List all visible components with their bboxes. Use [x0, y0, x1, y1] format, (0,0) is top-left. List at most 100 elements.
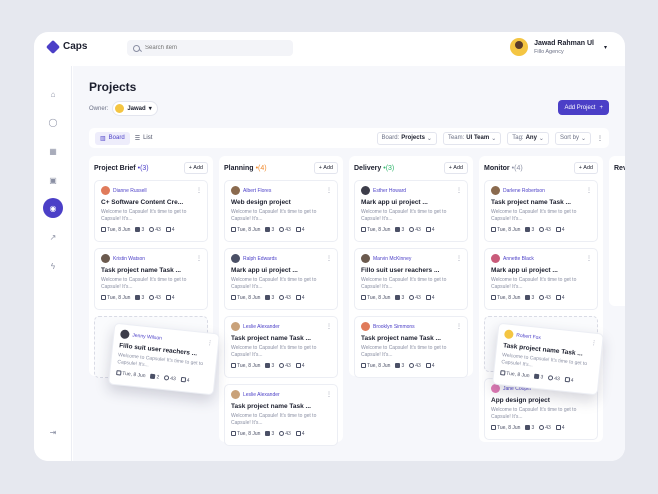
card-meta: Tue, 8 Jun 3 43 4	[491, 425, 591, 431]
calendar-icon	[361, 363, 366, 369]
comments: 43	[164, 375, 176, 382]
owner-select[interactable]: Jawad ▾	[112, 101, 158, 116]
task-card[interactable]: Esther Howard ⋮ Mark app ui project ... …	[354, 180, 468, 242]
assignee-name[interactable]: Esther Howard	[373, 188, 406, 194]
tab-board[interactable]: ▥ Board	[95, 131, 130, 145]
add-card-button[interactable]: + Add	[443, 162, 468, 174]
task-card[interactable]: Leslie Alexander ⋮ Task project name Tas…	[224, 316, 338, 378]
comments: 43	[409, 363, 421, 369]
card-meta: Tue, 8 Jun 3 43 4	[101, 295, 201, 301]
logout-icon[interactable]: ⇥	[43, 422, 63, 442]
date: Tue, 8 Jun	[500, 370, 530, 379]
assignee-name[interactable]: Kristin Watson	[113, 256, 145, 262]
board-select[interactable]: Board: Projects ⌄	[376, 131, 437, 145]
files: 4	[425, 363, 435, 369]
home-icon[interactable]: ⌂	[43, 84, 63, 104]
more-icon[interactable]: ⋮	[586, 187, 592, 194]
assignee-name[interactable]: Marvin McKinney	[373, 256, 411, 262]
assignee-name[interactable]: Leslie Alexander	[243, 392, 280, 398]
assignee-name[interactable]: Darlene Robertson	[503, 188, 545, 194]
image-icon[interactable]: ▣	[43, 170, 63, 190]
add-project-label: Add Project	[564, 104, 596, 111]
user-icon[interactable]: ◯	[43, 112, 63, 132]
add-card-button[interactable]: + Add	[313, 162, 338, 174]
more-icon[interactable]: ⋮	[456, 187, 462, 194]
bolt-icon[interactable]: ϟ	[43, 256, 63, 276]
calendar-icon	[491, 295, 496, 301]
files-count: 4	[431, 295, 435, 301]
add-project-button[interactable]: Add Project +	[558, 100, 609, 115]
tab-list[interactable]: ☰ List	[130, 132, 158, 145]
assignee-name[interactable]: Jenny Wilson	[132, 332, 162, 341]
more-icon[interactable]: ⋮	[326, 323, 332, 330]
checks-count: 3	[271, 227, 275, 233]
task-card[interactable]: Kristin Watson ⋮ Task project name Task …	[94, 248, 208, 310]
checks: 3	[265, 431, 274, 437]
files: 4	[555, 295, 565, 301]
assignee-name[interactable]: Albert Flores	[243, 188, 271, 194]
comment-icon	[149, 227, 155, 233]
task-card[interactable]: Marvin McKinney ⋮ Fillo suit user reache…	[354, 248, 468, 310]
comment-icon	[279, 431, 285, 437]
sort-select[interactable]: Sort by ⌄	[554, 131, 591, 145]
more-icon[interactable]: ⋮	[456, 323, 462, 330]
projects-icon[interactable]: ◉	[43, 198, 63, 218]
count-text: (3)	[385, 164, 395, 172]
checks-count: 3	[531, 295, 535, 301]
assignee-name[interactable]: Leslie Alexander	[243, 324, 280, 330]
checkbox-icon	[395, 363, 401, 369]
assignee-name[interactable]: Ralph Edwards	[243, 256, 277, 262]
task-card[interactable]: Darlene Robertson ⋮ Task project name Ta…	[484, 180, 598, 242]
assignee-name[interactable]: Annette Black	[503, 256, 534, 262]
dragging-card[interactable]: Robert Fox ⋮ Task project name Task ... …	[492, 322, 604, 396]
card-title: Fillo suit user reachers ...	[361, 267, 440, 274]
card-title: Task project name Task ...	[231, 335, 311, 342]
card-description: Welcome to Capsule! It's time to get to …	[231, 277, 317, 290]
card-description: Welcome to Capsule! It's time to get to …	[491, 407, 577, 420]
add-card-button[interactable]: + Add	[183, 162, 208, 174]
column-header: Rev	[614, 162, 625, 174]
sidebar: ⌂ ◯ ▦ ▣ ◉ ↗ ϟ ⇥	[34, 66, 72, 461]
task-card[interactable]: Brooklyn Simmons ⋮ Task project name Tas…	[354, 316, 468, 378]
files-count: 4	[561, 227, 565, 233]
dragging-card[interactable]: Jenny Wilson ⋮ Fillo suit user reachers …	[108, 322, 220, 396]
more-icon[interactable]: ⋮	[597, 135, 603, 142]
more-icon[interactable]: ⋮	[456, 255, 462, 262]
assignee-name[interactable]: Robert Fox	[516, 332, 541, 341]
task-card[interactable]: Dianne Russell ⋮ C+ Software Content Cre…	[94, 180, 208, 242]
date-text: Tue, 8 Jun	[505, 370, 530, 380]
task-card[interactable]: Leslie Alexander ⋮ Task project name Tas…	[224, 384, 338, 446]
more-icon[interactable]: ⋮	[326, 255, 332, 262]
more-icon[interactable]: ⋮	[196, 255, 202, 262]
date: Tue, 8 Jun	[231, 295, 260, 301]
more-icon[interactable]: ⋮	[586, 255, 592, 262]
more-icon[interactable]: ⋮	[591, 339, 597, 346]
add-card-button[interactable]: + Add	[573, 162, 598, 174]
tag-select[interactable]: Tag: Any ⌄	[507, 131, 549, 145]
date-text: Tue, 8 Jun	[237, 295, 261, 301]
card-meta: Tue, 8 Jun 3 43 4	[491, 295, 591, 301]
trend-icon[interactable]: ↗	[43, 227, 63, 247]
task-card[interactable]: Annette Black ⋮ Mark app ui project ... …	[484, 248, 598, 310]
files-count: 4	[431, 363, 435, 369]
team-select[interactable]: Team: UI Team ⌄	[442, 131, 502, 145]
owner-label: Owner:	[89, 105, 109, 112]
calendar-icon[interactable]: ▦	[43, 141, 63, 161]
assignee-name[interactable]: Dianne Russell	[113, 188, 147, 194]
plus-icon: +	[599, 104, 603, 111]
card-title: C+ Software Content Cre...	[101, 199, 184, 206]
date-text: Tue, 8 Jun	[497, 227, 521, 233]
task-card[interactable]: Ralph Edwards ⋮ Mark app ui project ... …	[224, 248, 338, 310]
comments: 43	[149, 227, 161, 233]
avatar	[361, 254, 370, 263]
task-card[interactable]: Albert Flores ⋮ Web design project Welco…	[224, 180, 338, 242]
assignee-name[interactable]: Brooklyn Simmons	[373, 324, 415, 330]
checks-count: 3	[271, 295, 275, 301]
more-icon[interactable]: ⋮	[196, 187, 202, 194]
comments-count: 43	[415, 363, 421, 369]
files: 4	[555, 425, 565, 431]
more-icon[interactable]: ⋮	[207, 339, 213, 346]
comment-icon	[149, 295, 155, 301]
more-icon[interactable]: ⋮	[326, 391, 332, 398]
more-icon[interactable]: ⋮	[326, 187, 332, 194]
